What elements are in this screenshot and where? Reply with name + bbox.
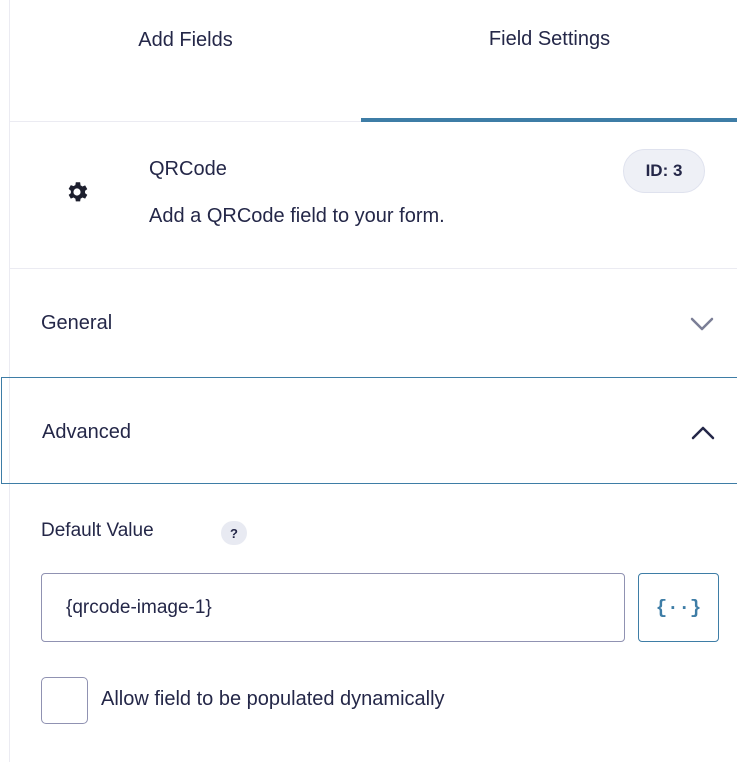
default-value-label: Default Value	[41, 520, 154, 541]
default-value-input[interactable]	[41, 573, 625, 642]
gear-icon	[68, 182, 88, 202]
section-advanced-label: Advanced	[42, 421, 131, 443]
dynamic-population-checkbox[interactable]	[41, 677, 88, 724]
help-icon[interactable]: ?	[221, 521, 247, 545]
chevron-down-icon	[690, 317, 714, 331]
tab-field-settings-label: Field Settings	[488, 27, 611, 50]
field-header: QRCode Add a QRCode field to your form. …	[10, 122, 737, 269]
section-general-label: General	[41, 312, 113, 334]
field-id-badge: ID: 3	[623, 149, 705, 193]
field-settings-panel: Add Fields Field Settings QRCode Add a Q…	[1, 0, 737, 762]
chevron-up-icon	[691, 426, 715, 440]
field-title: QRCode	[149, 158, 227, 180]
settings-tabs: Add Fields Field Settings	[10, 0, 737, 122]
section-general[interactable]: General	[10, 269, 737, 377]
tab-field-settings[interactable]: Field Settings	[361, 0, 737, 122]
merge-tag-button[interactable]: {··}	[638, 573, 719, 642]
section-advanced[interactable]: Advanced	[1, 377, 737, 484]
dynamic-population-label[interactable]: Allow field to be populated dynamically	[101, 688, 445, 711]
tab-add-fields-label: Add Fields	[138, 29, 233, 51]
tab-add-fields[interactable]: Add Fields	[10, 0, 361, 122]
field-description: Add a QRCode field to your form.	[149, 205, 445, 227]
